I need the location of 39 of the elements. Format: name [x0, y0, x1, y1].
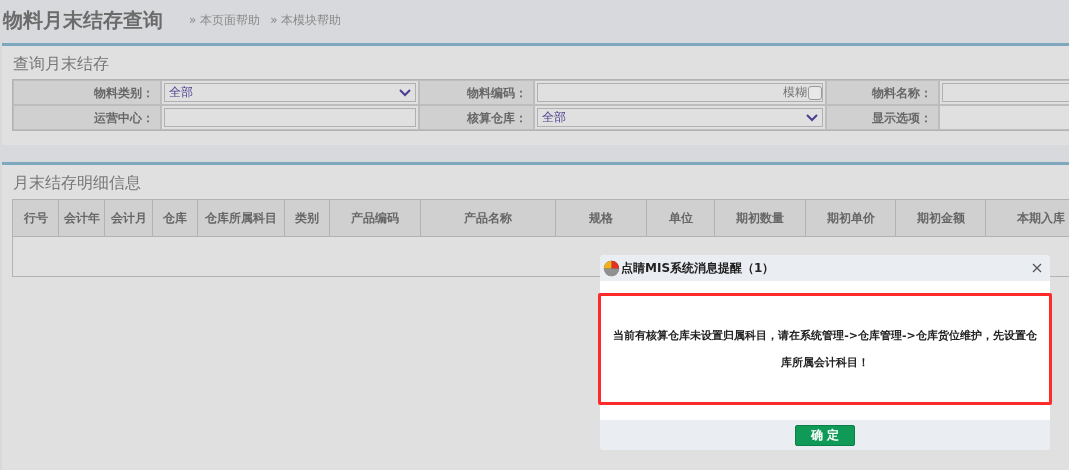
- panel-title: 月末结存明细信息: [12, 172, 141, 193]
- field-label: 物料类别：: [13, 80, 161, 105]
- column-header: 单位: [647, 200, 715, 236]
- chevron-down-icon: [806, 113, 818, 122]
- input-field[interactable]: [942, 83, 1069, 102]
- panel-title: 查询月末结存: [12, 53, 109, 74]
- column-header: 期初金额: [896, 200, 986, 236]
- close-icon[interactable]: [1032, 263, 1042, 273]
- field-label: 运营中心：: [13, 105, 161, 130]
- column-header: 产品名称: [421, 200, 556, 236]
- logo-icon: [603, 259, 620, 277]
- column-header: 仓库: [153, 200, 198, 236]
- field-label: 核算仓库：: [419, 105, 534, 130]
- fuzzy-label: 模糊: [783, 84, 807, 101]
- column-header: 会计年: [59, 200, 105, 236]
- category-select[interactable]: 全部: [164, 83, 416, 102]
- chevron-down-icon: [399, 88, 411, 97]
- field-label: 物料编码：: [419, 80, 534, 105]
- dialog-title: 点睛MIS系统消息提醒（1）: [621, 259, 775, 277]
- column-header: 规格: [556, 200, 647, 236]
- column-header: 期初单价: [806, 200, 896, 236]
- column-header: 行号: [13, 200, 59, 236]
- help-link[interactable]: » 本页面帮助: [189, 11, 261, 29]
- field-label: 物料名称：: [826, 80, 939, 105]
- input-field[interactable]: 模糊: [537, 83, 823, 102]
- input-field[interactable]: [164, 108, 416, 127]
- category-select[interactable]: 全部: [537, 108, 823, 127]
- dialog-message: 当前有核算仓库未设置归属科目，请在系统管理->仓库管理->仓库货位维护，先设置仓库所属会计科目！: [613, 328, 1037, 371]
- column-header: 会计月: [105, 200, 153, 236]
- page-title: 物料月末结存查询: [3, 6, 163, 34]
- column-header: 类别: [285, 200, 330, 236]
- help-link[interactable]: » 本模块帮助: [270, 11, 342, 29]
- column-header: 期初数量: [715, 200, 806, 236]
- column-header: 本期入库: [986, 200, 1069, 236]
- fuzzy-checkbox[interactable]: [808, 85, 822, 100]
- column-header: 仓库所属科目: [198, 200, 285, 236]
- column-header: 产品编码: [330, 200, 421, 236]
- confirm-button[interactable]: 确 定: [795, 424, 855, 446]
- field-label: 显示选项：: [826, 105, 939, 130]
